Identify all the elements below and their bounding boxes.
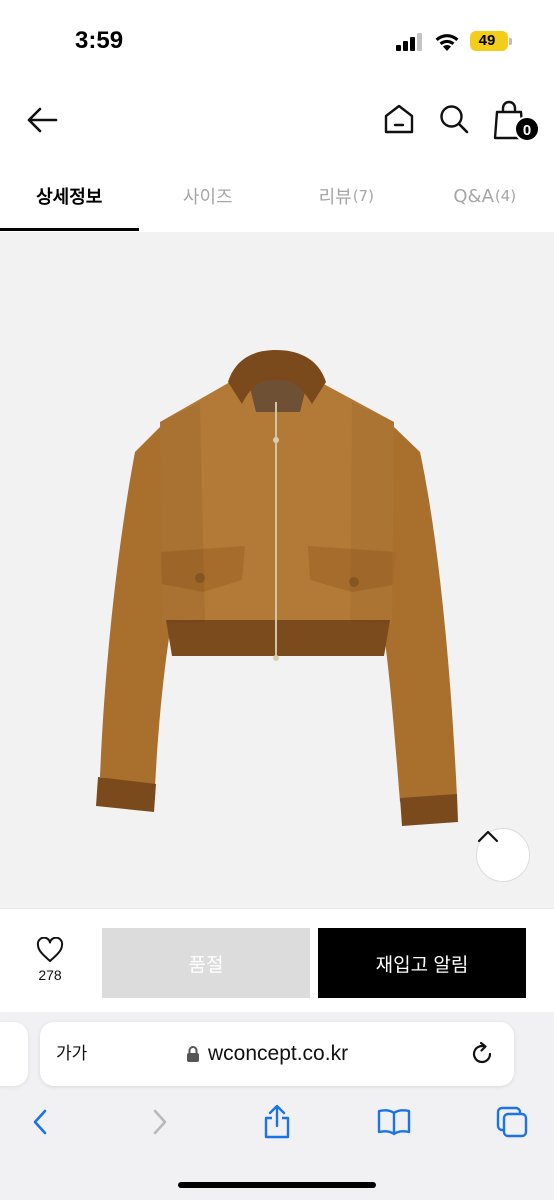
heart-icon <box>36 937 64 962</box>
tab-qna[interactable]: Q&A (4) <box>416 160 554 232</box>
share-icon <box>264 1104 290 1139</box>
share-button[interactable] <box>255 1100 299 1144</box>
url-display[interactable]: wconcept.co.kr <box>186 1022 348 1086</box>
purchase-bar: 278 품절 재입고 알림 <box>0 908 554 1012</box>
tab-label: 리뷰 <box>318 187 352 208</box>
home-icon <box>384 104 414 134</box>
home-button[interactable] <box>378 98 420 140</box>
address-bar[interactable]: 가가 wconcept.co.kr <box>40 1022 514 1086</box>
tabs-icon <box>496 1106 528 1138</box>
tab-reviews[interactable]: 리뷰 (7) <box>277 160 416 232</box>
tabs-button[interactable] <box>490 1100 534 1144</box>
battery-level: 49 <box>478 32 496 49</box>
tab-label: Q&A <box>453 185 494 207</box>
lock-icon <box>187 1046 199 1062</box>
chevron-right-icon <box>153 1109 167 1135</box>
search-button[interactable] <box>433 98 475 140</box>
suede-bomber-jacket-image <box>96 350 458 826</box>
battery-indicator: 49 <box>470 31 512 51</box>
tab-label: 상세정보 <box>36 187 103 208</box>
sold-out-button: 품절 <box>102 928 310 998</box>
like-button[interactable]: 278 <box>20 937 80 993</box>
app-header: 0 <box>0 80 554 160</box>
bookmarks-button[interactable] <box>372 1100 416 1144</box>
previous-tab-preview[interactable] <box>0 1022 28 1086</box>
url-text: wconcept.co.kr <box>208 1042 349 1065</box>
text-size-button[interactable]: 가가 <box>56 1022 87 1086</box>
tab-count: (4) <box>494 187 517 205</box>
book-icon <box>377 1109 411 1136</box>
reload-icon[interactable] <box>468 1040 496 1068</box>
cart-button[interactable]: 0 <box>488 98 544 144</box>
like-count: 278 <box>38 967 62 983</box>
tab-count: (7) <box>352 187 374 205</box>
tab-details[interactable]: 상세정보 <box>0 160 139 232</box>
status-bar: 3:59 49 <box>0 0 554 80</box>
tab-label: 사이즈 <box>182 187 233 208</box>
back-arrow-icon <box>27 107 58 133</box>
wifi-icon <box>435 34 459 51</box>
status-time: 3:59 <box>75 27 124 54</box>
product-tabs: 상세정보 사이즈 리뷰 (7) Q&A (4) <box>0 160 554 232</box>
search-icon <box>440 105 469 134</box>
browser-back-button[interactable] <box>18 1100 62 1144</box>
restock-alert-button[interactable]: 재입고 알림 <box>318 928 526 998</box>
tab-size[interactable]: 사이즈 <box>139 160 278 232</box>
browser-toolbar: 가가 wconcept.co.kr <box>0 1012 554 1200</box>
scroll-to-top-button[interactable] <box>476 828 530 882</box>
home-indicator <box>178 1182 376 1188</box>
browser-forward-button[interactable] <box>138 1100 182 1144</box>
back-button[interactable] <box>20 100 64 140</box>
chevron-up-icon <box>477 830 499 843</box>
cart-count-badge: 0 <box>514 116 540 142</box>
chevron-left-icon <box>33 1109 47 1135</box>
cellular-signal-icon <box>396 33 424 51</box>
product-image <box>0 232 554 908</box>
